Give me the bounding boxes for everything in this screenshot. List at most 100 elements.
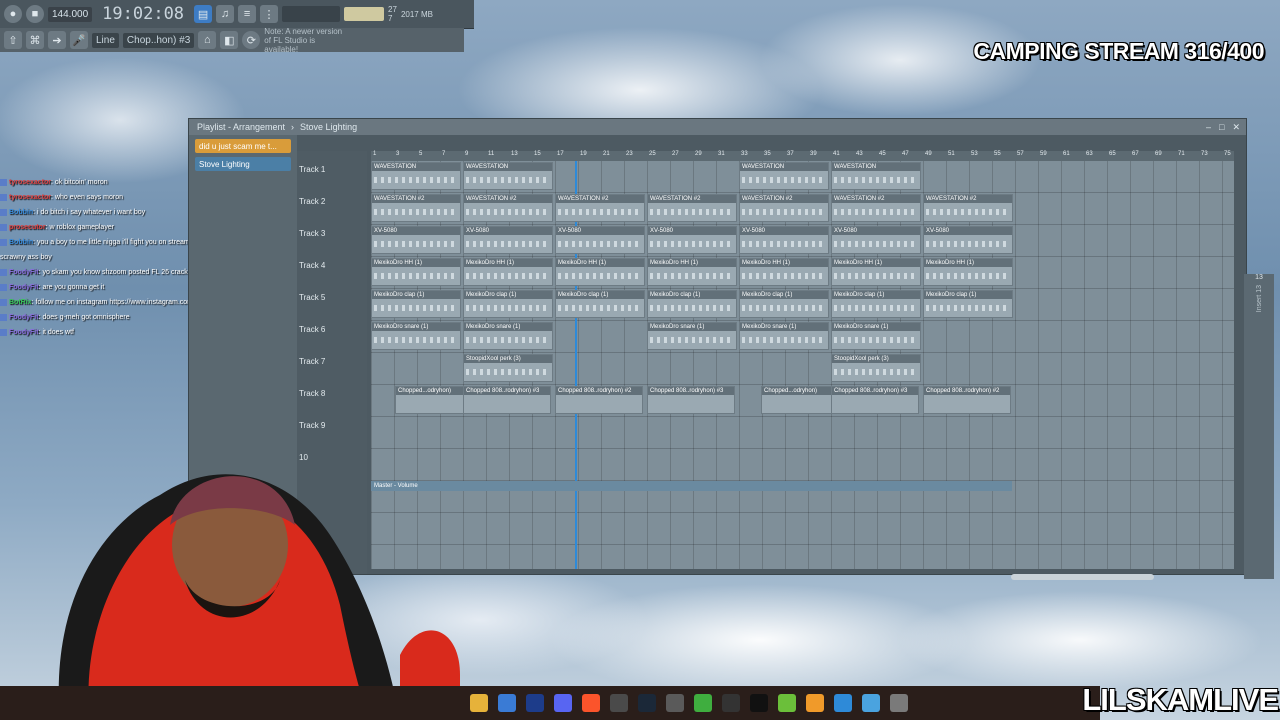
- playlist-clip[interactable]: WAVESTATION: [463, 162, 553, 190]
- playlist-clip[interactable]: WAVESTATION #2: [463, 194, 553, 222]
- master-volume-automation[interactable]: Master - Volume: [371, 481, 1012, 491]
- maximize-icon[interactable]: □: [1219, 122, 1224, 133]
- playlist-clip[interactable]: XV-5080: [831, 226, 921, 254]
- playlist-clip[interactable]: Chopped 808..rodryhon) #2: [555, 386, 643, 414]
- pattern-select[interactable]: Chop..hon) #3: [122, 32, 195, 48]
- tempo-display[interactable]: 144.000: [48, 6, 93, 22]
- playlist-clip[interactable]: MexikoDro clap (1): [647, 290, 737, 318]
- bandicam-icon[interactable]: [694, 694, 712, 712]
- playlist-clip[interactable]: WAVESTATION #2: [739, 194, 829, 222]
- playlist-clip[interactable]: MexikoDro HH (1): [463, 258, 553, 286]
- playlist-clip[interactable]: MexikoDro clap (1): [739, 290, 829, 318]
- fl-studio-icon[interactable]: [806, 694, 824, 712]
- playlist-titlebar[interactable]: Playlist - Arrangement › Stove Lighting …: [189, 119, 1246, 135]
- record-button[interactable]: ●: [4, 5, 22, 23]
- playlist-clip[interactable]: Chopped 808..rodryhon) #3: [647, 386, 735, 414]
- snap-icon[interactable]: ⇧: [4, 31, 22, 49]
- piano-roll-icon[interactable]: ♫: [216, 5, 235, 23]
- playlist-clip[interactable]: WAVESTATION #2: [647, 194, 737, 222]
- utorrent-icon[interactable]: [778, 694, 796, 712]
- discord-icon[interactable]: [554, 694, 572, 712]
- playlist-clip[interactable]: XV-5080: [647, 226, 737, 254]
- playlist-clip[interactable]: MexikoDro clap (1): [923, 290, 1013, 318]
- track-header[interactable]: Track 3: [299, 229, 325, 238]
- playlist-clip[interactable]: MexikoDro clap (1): [555, 290, 645, 318]
- playlist-icon[interactable]: ▤: [194, 5, 213, 23]
- tools-icon[interactable]: ⌘: [26, 31, 44, 49]
- brave-icon[interactable]: [582, 694, 600, 712]
- playlist-clip[interactable]: WAVESTATION #2: [831, 194, 921, 222]
- refresh-icon[interactable]: ⟳: [242, 31, 261, 49]
- playlist-clip[interactable]: StoopidXool perk (3): [831, 354, 921, 382]
- playlist-clip[interactable]: StoopidXool perk (3): [463, 354, 553, 382]
- mic-icon[interactable]: 🎤: [70, 31, 88, 49]
- track-header[interactable]: Track 8: [299, 389, 325, 398]
- store-icon[interactable]: [498, 694, 516, 712]
- snap-select[interactable]: Line: [92, 32, 119, 48]
- playlist-clip[interactable]: WAVESTATION: [831, 162, 921, 190]
- playlist-clip[interactable]: MexikoDro HH (1): [647, 258, 737, 286]
- playlist-clip[interactable]: Chopped 808..rodryhon) #3: [831, 386, 919, 414]
- playlist-clip[interactable]: WAVESTATION #2: [923, 194, 1013, 222]
- track-header[interactable]: Track 4: [299, 261, 325, 270]
- track-header[interactable]: Track 7: [299, 357, 325, 366]
- playlist-clip[interactable]: MexikoDro snare (1): [739, 322, 829, 350]
- plugin-icon[interactable]: ◧: [220, 31, 239, 49]
- playlist-clip[interactable]: XV-5080: [371, 226, 461, 254]
- obs-icon[interactable]: [610, 694, 628, 712]
- clip-notes: [558, 273, 642, 279]
- ruler-number: 75: [1224, 151, 1231, 157]
- playlist-clip[interactable]: MexikoDro clap (1): [463, 290, 553, 318]
- channel-rack-icon[interactable]: ⋮: [260, 5, 279, 23]
- clip-label: MexikoDro clap (1): [832, 291, 920, 299]
- arrangement-grid[interactable]: WAVESTATION WAVESTATION WAVESTATION WAVESTA…: [371, 161, 1234, 580]
- ruler-number: 23: [626, 151, 633, 157]
- playhead[interactable]: [575, 161, 577, 569]
- playlist-clip[interactable]: MexikoDro snare (1): [647, 322, 737, 350]
- track-header[interactable]: Track 5: [299, 293, 325, 302]
- media-player-icon[interactable]: [890, 694, 908, 712]
- clip-notes: [650, 273, 734, 279]
- playlist-clip[interactable]: MexikoDro snare (1): [831, 322, 921, 350]
- playlist-clip[interactable]: WAVESTATION: [371, 162, 461, 190]
- playlist-clip[interactable]: MexikoDro clap (1): [831, 290, 921, 318]
- capcut-icon[interactable]: [750, 694, 768, 712]
- track-header[interactable]: Track 1: [299, 165, 325, 174]
- playlist-clip[interactable]: MexikoDro HH (1): [555, 258, 645, 286]
- editor-icon[interactable]: [834, 694, 852, 712]
- playlist-clip[interactable]: WAVESTATION: [739, 162, 829, 190]
- playlist-clip[interactable]: Chopped 808..rodryhon) #3: [463, 386, 551, 414]
- photoshop-icon[interactable]: [526, 694, 544, 712]
- timeline-ruler[interactable]: 1 3 5 7 9 11 13 15 17 19 21 23 25 27 29 31 33 35 37 39 41 43 4…: [371, 151, 1234, 161]
- pattern-item-0[interactable]: did u just scam me t...: [195, 139, 291, 153]
- playlist-clip[interactable]: XV-5080: [923, 226, 1013, 254]
- horizontal-scrollbar[interactable]: [1011, 574, 1154, 580]
- playlist-clip[interactable]: MexikoDro HH (1): [923, 258, 1013, 286]
- app-icon[interactable]: [666, 694, 684, 712]
- playlist-clip[interactable]: MexikoDro snare (1): [371, 322, 461, 350]
- folder-icon[interactable]: [470, 694, 488, 712]
- arrow-icon[interactable]: ➔: [48, 31, 66, 49]
- playlist-clip[interactable]: MexikoDro HH (1): [371, 258, 461, 286]
- playlist-clip[interactable]: WAVESTATION #2: [555, 194, 645, 222]
- steam-icon[interactable]: [638, 694, 656, 712]
- news-icon[interactable]: ⌂: [198, 31, 217, 49]
- mixer-icon[interactable]: ≡: [238, 5, 257, 23]
- stop-button[interactable]: ■: [26, 5, 44, 23]
- playlist-clip[interactable]: Chopped 808..rodryhon) #2: [923, 386, 1011, 414]
- playlist-clip[interactable]: MexikoDro snare (1): [463, 322, 553, 350]
- track-header[interactable]: Track 2: [299, 197, 325, 206]
- playlist-clip[interactable]: MexikoDro HH (1): [739, 258, 829, 286]
- minimize-icon[interactable]: –: [1206, 122, 1211, 133]
- track-header[interactable]: Track 6: [299, 325, 325, 334]
- playlist-clip[interactable]: XV-5080: [739, 226, 829, 254]
- playlist-clip[interactable]: XV-5080: [555, 226, 645, 254]
- pattern-item-1[interactable]: Stove Lighting: [195, 157, 291, 171]
- playlist-clip[interactable]: WAVESTATION #2: [371, 194, 461, 222]
- playlist-clip[interactable]: MexikoDro clap (1): [371, 290, 461, 318]
- notes-icon[interactable]: [862, 694, 880, 712]
- playlist-clip[interactable]: XV-5080: [463, 226, 553, 254]
- ak-icon[interactable]: [722, 694, 740, 712]
- playlist-clip[interactable]: MexikoDro HH (1): [831, 258, 921, 286]
- close-icon[interactable]: ✕: [1232, 122, 1240, 133]
